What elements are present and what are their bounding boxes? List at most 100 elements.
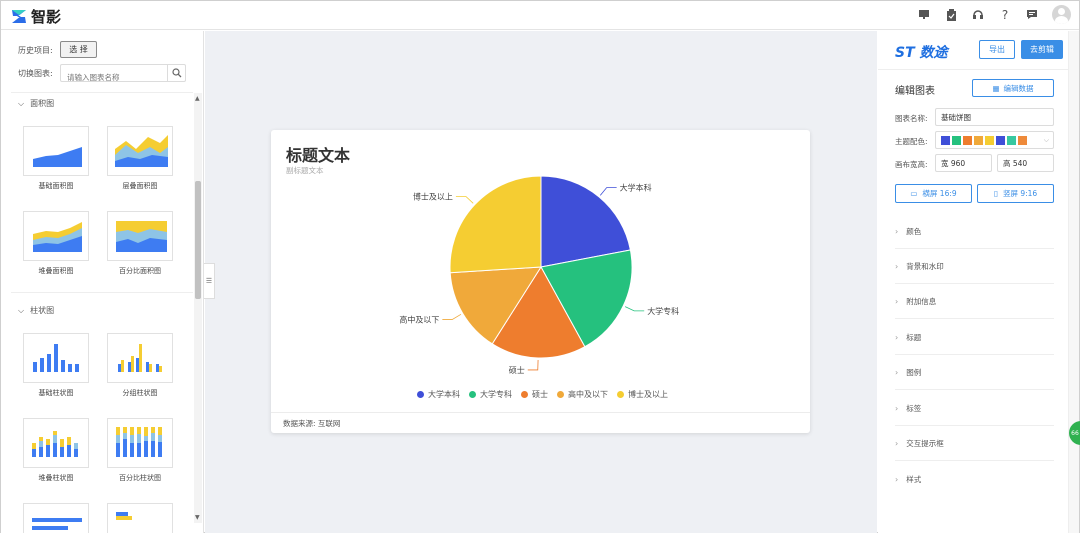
- chart-thumb-label: 百分比柱状图: [119, 474, 161, 482]
- accordion-background[interactable]: › 背景和水印: [895, 249, 1054, 284]
- slice-label: 大学专科: [647, 306, 679, 316]
- section-area[interactable]: ⌵ 面积图: [18, 98, 54, 109]
- grouped-hbar-icon: [116, 512, 132, 520]
- chart-thumb-layered-area[interactable]: [107, 126, 173, 176]
- bar-chart-icon: [33, 344, 79, 372]
- go-edit-button[interactable]: 去剪辑: [1021, 40, 1063, 59]
- chart-preview-card[interactable]: 标题文本 副标题文本 大学本科 大学专科 硕士 高中及以下 博士及以上 大学本科 大学专…: [271, 130, 810, 433]
- chevron-right-icon: ›: [895, 475, 899, 484]
- collapse-panel-icon[interactable]: ☰: [204, 263, 215, 299]
- headset-icon[interactable]: [971, 8, 985, 22]
- theme-color-select[interactable]: ⌵: [935, 131, 1054, 149]
- canvas-height-input[interactable]: 高 540: [997, 154, 1054, 172]
- chart-thumb-grouped-hbar[interactable]: [107, 503, 173, 533]
- stacked-bar-icon: [32, 431, 78, 457]
- legend-item[interactable]: 大学本科: [417, 389, 460, 400]
- grouped-bar-icon: [118, 344, 162, 372]
- top-icons: ?: [917, 5, 1071, 24]
- legend-item[interactable]: 硕士: [521, 389, 548, 400]
- select-history-button[interactable]: 选 择: [60, 41, 97, 58]
- chart-search-box: [60, 64, 186, 86]
- right-scrollbar[interactable]: [1068, 31, 1079, 533]
- help-icon[interactable]: ?: [998, 8, 1012, 22]
- chevron-right-icon: ›: [895, 403, 899, 413]
- chart-name-input[interactable]: 基础饼图: [935, 108, 1054, 126]
- chart-thumb-percent-bar[interactable]: [107, 418, 173, 468]
- app-logo[interactable]: 智影: [11, 6, 61, 27]
- edit-data-button[interactable]: ▦ 编辑数据: [972, 79, 1054, 97]
- accordion-extra-info[interactable]: › 附加信息: [895, 284, 1054, 319]
- accordion-title[interactable]: › 标题: [895, 320, 1054, 355]
- label-line: [455, 196, 474, 204]
- chart-thumb-label: 基础柱状图: [38, 389, 74, 397]
- chart-thumb-percent-area[interactable]: [107, 211, 173, 261]
- logo-icon: [12, 10, 26, 23]
- chevron-right-icon: ›: [895, 367, 899, 377]
- search-icon[interactable]: [167, 65, 185, 81]
- message-icon[interactable]: [1025, 8, 1039, 22]
- section-bar[interactable]: ⌵ 柱状图: [18, 305, 54, 316]
- chart-thumb-stacked-area[interactable]: [23, 211, 89, 261]
- horizontal-bar-icon: [32, 518, 82, 530]
- legend-item[interactable]: 大学专科: [469, 389, 512, 400]
- scrollbar-thumb[interactable]: [195, 181, 201, 299]
- chart-thumb-basic-bar[interactable]: [23, 333, 89, 383]
- accordion-label: 样式: [906, 475, 922, 484]
- accordion-style[interactable]: › 样式: [895, 462, 1054, 497]
- chart-thumb-grouped-bar[interactable]: [107, 333, 173, 383]
- chart-thumb-basic-area[interactable]: [23, 126, 89, 176]
- chart-thumb-stacked-bar[interactable]: [23, 418, 89, 468]
- chart-type-panel: 历史项目: 选 择 切换图表: ⌵ 面积图 基础面积图 层叠面积图: [1, 31, 204, 533]
- width-value: 960: [950, 158, 966, 168]
- legend-item[interactable]: 博士及以上: [617, 389, 668, 400]
- pie-slice[interactable]: [449, 175, 542, 274]
- export-button[interactable]: 导出: [979, 40, 1015, 59]
- brand-logo: ST 数途: [895, 42, 948, 62]
- height-prefix: 高: [1003, 158, 1011, 168]
- accordion-color[interactable]: › 颜色: [895, 214, 1054, 249]
- brand-mark-icon: ST: [895, 45, 915, 61]
- color-swatch: [1018, 135, 1027, 145]
- accordion-tooltip[interactable]: › 交互提示框: [895, 426, 1054, 461]
- portrait-button[interactable]: ▯ 竖屏 9:16: [977, 184, 1054, 203]
- left-scrollbar[interactable]: ▲ ▼: [194, 93, 202, 523]
- chevron-down-icon: ⌵: [18, 305, 25, 315]
- accordion-label: 背景和水印: [906, 261, 944, 271]
- height-value: 540: [1012, 158, 1028, 168]
- canvas-size-label: 画布宽高:: [895, 160, 928, 169]
- monitor-icon[interactable]: [917, 8, 931, 22]
- color-swatch: [1007, 135, 1016, 145]
- chevron-right-icon: ›: [895, 296, 899, 306]
- legend-label: 博士及以上: [628, 390, 668, 399]
- layered-area-icon: [115, 135, 168, 167]
- accordion-label: 交互提示框: [906, 438, 944, 448]
- chart-thumb-label: 堆叠面积图: [38, 267, 74, 275]
- accordion-labels[interactable]: › 标签: [895, 391, 1054, 426]
- legend-item[interactable]: 高中及以下: [557, 389, 608, 400]
- accordion-legend[interactable]: › 图例: [895, 355, 1054, 390]
- percent-area-icon: [116, 221, 167, 252]
- scroll-down-icon[interactable]: ▼: [195, 514, 200, 521]
- chart-source[interactable]: 数据来源: 互联网: [271, 412, 810, 433]
- chevron-down-icon: ⌵: [18, 98, 25, 108]
- chevron-right-icon: ›: [895, 226, 899, 236]
- color-swatch: [996, 135, 1005, 145]
- accordion-label: 图例: [906, 367, 922, 377]
- area-chart-icon: [33, 147, 82, 167]
- label-line: [527, 359, 539, 371]
- label-line: [624, 306, 645, 312]
- legend-dot: [521, 391, 528, 398]
- slice-label: 博士及以上: [413, 191, 453, 201]
- user-avatar[interactable]: [1052, 5, 1071, 24]
- canvas-width-input[interactable]: 宽 960: [935, 154, 992, 172]
- landscape-button[interactable]: ▭ 横屏 16:9: [895, 184, 972, 203]
- chart-search-input[interactable]: [61, 69, 167, 86]
- slice-label: 硕士: [509, 365, 525, 375]
- theme-label: 主题配色:: [895, 137, 928, 146]
- color-swatch: [963, 135, 972, 145]
- scroll-up-icon[interactable]: ▲: [195, 95, 200, 102]
- section-title: 面积图: [30, 99, 55, 108]
- accordion-label: 标题: [906, 332, 922, 342]
- chart-thumb-horizontal-bar[interactable]: [23, 503, 89, 533]
- clipboard-icon[interactable]: [944, 8, 958, 22]
